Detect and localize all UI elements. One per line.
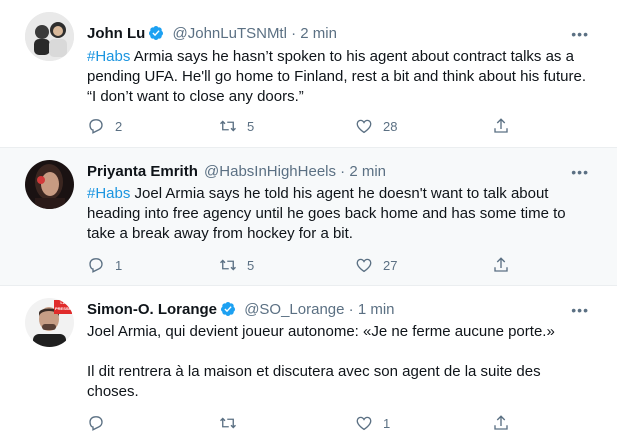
like-count: 28 (383, 118, 398, 134)
reply-icon (89, 416, 103, 431)
more-icon[interactable]: ••• (571, 26, 589, 42)
like-icon (356, 119, 372, 134)
avatar-john-lu[interactable] (25, 12, 74, 61)
more-icon[interactable]: ••• (571, 302, 589, 318)
retweet-icon (220, 120, 236, 132)
like-button[interactable]: 28 (355, 117, 397, 135)
separator-dot: · (340, 163, 346, 180)
tweet-header: Simon-O. Lorange @SO_Lorange · 1 min (87, 300, 395, 320)
reply-icon (89, 258, 103, 273)
like-icon (356, 416, 372, 431)
reply-icon (89, 119, 103, 134)
share-icon (494, 118, 508, 133)
avatar-image (25, 12, 74, 61)
tweet-actions: 1 5 27 (87, 256, 517, 276)
tweet-actions: 2 5 28 (87, 117, 517, 137)
like-button[interactable]: 1 (355, 414, 390, 432)
like-button[interactable]: 27 (355, 256, 397, 274)
hashtag-link[interactable]: #Habs (87, 185, 130, 202)
tweet-2[interactable]: Priyanta Emrith @HabsInHighHeels · 2 min… (0, 148, 617, 286)
tweet-text-line-1: Joel Armia, qui devient joueur autonome:… (87, 323, 555, 340)
tweet-text-content: Joel Armia says he told his agent he doe… (87, 185, 566, 242)
tweet-text: #Habs Armia says he hasn’t spoken to his… (87, 47, 592, 107)
retweet-count: 5 (247, 257, 255, 273)
author-handle[interactable]: @JohnLuTSNMtl (173, 25, 287, 42)
tweet-1[interactable]: John Lu @JohnLuTSNMtl · 2 min ••• #Habs … (0, 0, 617, 148)
more-icon[interactable]: ••• (571, 164, 589, 180)
reply-button[interactable] (87, 414, 115, 432)
verified-badge-icon (221, 302, 236, 316)
hashtag-link[interactable]: #Habs (87, 48, 130, 65)
tweet-text: #Habs Joel Armia says he told his agent … (87, 184, 592, 244)
separator-dot: · (348, 301, 354, 318)
retweet-icon (220, 259, 236, 271)
avatar-image (25, 160, 74, 209)
retweet-button[interactable] (219, 414, 247, 432)
retweet-button[interactable]: 5 (219, 256, 254, 274)
retweet-icon (220, 417, 236, 429)
author-handle[interactable]: @HabsInHighHeels (204, 163, 336, 180)
reply-count: 1 (115, 257, 123, 273)
tweet-text-content: Armia says he hasn’t spoken to his agent… (87, 48, 586, 105)
like-count: 27 (383, 257, 398, 273)
share-button[interactable] (492, 117, 510, 135)
author-name[interactable]: Priyanta Emrith (87, 163, 198, 180)
timestamp[interactable]: 1 min (358, 301, 395, 318)
avatar-badge-text: LA PRESSE (55, 300, 72, 311)
share-icon (494, 415, 508, 430)
tweet-actions: 1 (87, 414, 517, 434)
author-handle[interactable]: @SO_Lorange (244, 301, 344, 318)
tweet-header: Priyanta Emrith @HabsInHighHeels · 2 min (87, 162, 386, 182)
like-count: 1 (383, 415, 391, 431)
avatar-simon-o-lorange[interactable]: LA PRESSE (25, 298, 74, 347)
timestamp[interactable]: 2 min (349, 163, 386, 180)
retweet-button[interactable]: 5 (219, 117, 254, 135)
share-icon (494, 257, 508, 272)
tweet-text: Joel Armia, qui devient joueur autonome:… (87, 322, 592, 402)
like-icon (356, 258, 372, 273)
tweet-3[interactable]: LA PRESSE Simon-O. Lorange @SO_Lorange ·… (0, 286, 617, 443)
reply-count: 2 (115, 118, 123, 134)
share-button[interactable] (492, 256, 510, 274)
timestamp[interactable]: 2 min (300, 25, 337, 42)
reply-button[interactable]: 1 (87, 256, 122, 274)
share-button[interactable] (492, 414, 510, 432)
tweet-header: John Lu @JohnLuTSNMtl · 2 min (87, 24, 337, 44)
retweet-count: 5 (247, 118, 255, 134)
tweet-text-line-2: Il dit rentrera à la maison et discutera… (87, 363, 541, 400)
author-name[interactable]: Simon-O. Lorange (87, 301, 217, 318)
verified-badge-icon (149, 26, 164, 40)
avatar-priyanta-emrith[interactable] (25, 160, 74, 209)
author-name[interactable]: John Lu (87, 25, 145, 42)
reply-button[interactable]: 2 (87, 117, 122, 135)
separator-dot: · (291, 25, 297, 42)
